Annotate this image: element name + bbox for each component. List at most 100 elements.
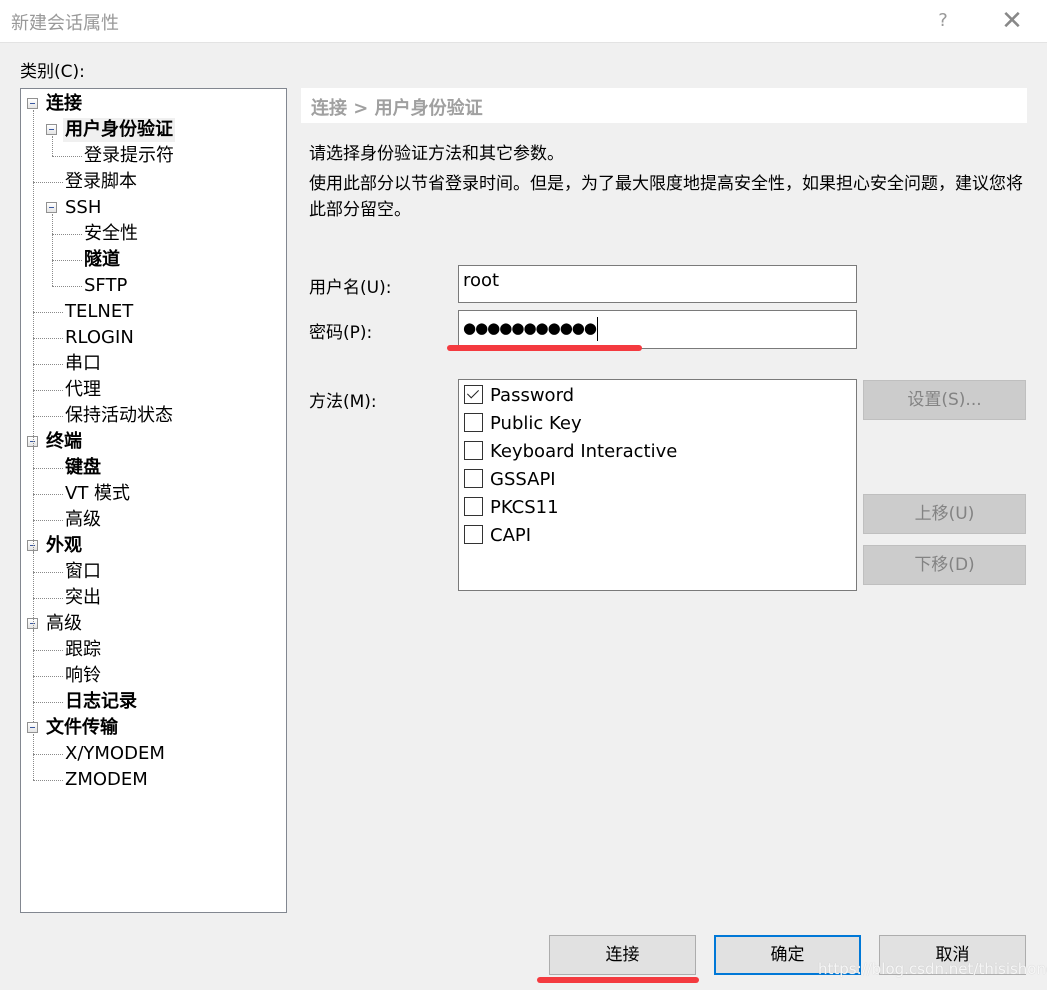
checkbox[interactable] — [464, 440, 483, 460]
tree-item[interactable]: 高级 — [46, 612, 82, 636]
tree-connector — [33, 468, 63, 469]
method-label: PKCS11 — [490, 497, 559, 518]
username-input[interactable]: root — [458, 265, 857, 303]
title-bar: 新建会话属性 ? ✕ — [0, 0, 1047, 43]
tree-connector — [33, 182, 63, 183]
tree-item[interactable]: 登录脚本 — [65, 170, 137, 194]
close-icon: ✕ — [1001, 6, 1023, 36]
tree-connector — [33, 702, 63, 703]
tree-item[interactable]: 外观 — [46, 534, 82, 558]
category-tree[interactable]: 连接 用户身份验证 登录提示符 登录脚本 SSH 安全性 隧道 SFTP TELNET RLOGI… — [20, 88, 287, 913]
username-value: root — [463, 270, 500, 291]
tree-connector — [52, 214, 53, 286]
collapse-icon[interactable] — [46, 202, 57, 213]
tree-item[interactable]: 键盘 — [65, 456, 101, 480]
text-caret — [596, 316, 598, 341]
tree-connector — [33, 780, 63, 781]
tree-item[interactable]: TELNET — [65, 300, 133, 324]
breadcrumb: 连接 > 用户身份验证 — [301, 88, 1027, 123]
tree-connector — [33, 364, 63, 365]
tree-item[interactable]: RLOGIN — [65, 326, 134, 350]
tree-connector — [33, 734, 34, 780]
method-item[interactable]: GSSAPI — [464, 468, 556, 491]
tree-item[interactable]: SFTP — [84, 274, 127, 298]
tree-connector — [52, 156, 82, 157]
method-label: Public Key — [490, 413, 582, 434]
tree-item[interactable]: VT 模式 — [65, 482, 130, 506]
method-item[interactable]: PKCS11 — [464, 496, 559, 519]
tree-item[interactable]: X/YMODEM — [65, 742, 165, 766]
tree-item[interactable]: 跟踪 — [65, 638, 101, 662]
tree-connector — [33, 676, 63, 677]
tree-connector — [33, 338, 63, 339]
password-value: ●●●●●●●●●●● — [463, 319, 597, 337]
tree-connector — [33, 650, 63, 651]
checkbox[interactable] — [464, 468, 483, 488]
tree-item[interactable]: 日志记录 — [65, 690, 137, 714]
method-item[interactable]: Public Key — [464, 412, 582, 435]
collapse-icon[interactable] — [46, 124, 57, 135]
description-secondary: 使用此部分以节省登录时间。但是，为了最大限度地提高安全性，如果担心安全问题，建议… — [309, 174, 1023, 220]
tree-item[interactable]: ZMODEM — [65, 768, 148, 792]
watermark: https://blog.csdn.net/thisishong — [818, 960, 1047, 978]
method-item[interactable]: Password — [464, 384, 575, 407]
tree-item[interactable]: 隧道 — [84, 248, 120, 272]
tree-item[interactable]: 响铃 — [65, 664, 101, 688]
password-label: 密码(P): — [309, 323, 373, 343]
tree-item[interactable]: 连接 — [46, 92, 82, 116]
tree-connector — [33, 598, 63, 599]
tree-item[interactable]: 突出 — [65, 586, 101, 610]
method-label: CAPI — [490, 525, 532, 546]
tree-item[interactable]: 窗口 — [65, 560, 101, 584]
method-label: GSSAPI — [490, 469, 556, 490]
tree-connector — [52, 136, 53, 156]
method-item[interactable]: CAPI — [464, 524, 532, 547]
tree-connector — [33, 390, 63, 391]
breadcrumb-text: 连接 > 用户身份验证 — [311, 98, 483, 119]
settings-button[interactable]: 设置(S)... — [863, 380, 1026, 420]
method-item[interactable]: Keyboard Interactive — [464, 440, 678, 463]
move-down-button[interactable]: 下移(D) — [863, 545, 1026, 585]
tree-item[interactable]: 保持活动状态 — [65, 404, 173, 428]
tree-connector — [33, 754, 63, 755]
tree-item[interactable]: 文件传输 — [46, 716, 118, 740]
tree-connector — [33, 494, 63, 495]
checkbox[interactable] — [464, 524, 483, 544]
tree-item[interactable]: 安全性 — [84, 222, 138, 246]
checkbox[interactable] — [464, 412, 483, 432]
annotation-underline-connect — [537, 977, 699, 983]
tree-connector — [52, 286, 82, 287]
close-button[interactable]: ✕ — [996, 6, 1028, 36]
category-label: 类别(C): — [20, 62, 85, 82]
tree-connector — [33, 416, 63, 417]
tree-connector — [33, 110, 34, 722]
collapse-icon[interactable] — [27, 98, 38, 109]
tree-connector — [33, 520, 63, 521]
password-input[interactable]: ●●●●●●●●●●● — [458, 310, 857, 349]
method-label: 方法(M): — [309, 392, 377, 412]
tree-item[interactable]: 高级 — [65, 508, 101, 532]
annotation-underline-password — [447, 345, 642, 351]
tree-connector — [33, 572, 63, 573]
method-list[interactable]: Password Public Key Keyboard Interactive GS… — [458, 379, 857, 591]
help-button[interactable]: ? — [928, 6, 958, 36]
description-primary: 请选择身份验证方法和其它参数。 — [309, 144, 564, 164]
method-label: Keyboard Interactive — [490, 441, 678, 462]
checkbox-checked[interactable] — [464, 384, 483, 404]
move-up-button[interactable]: 上移(U) — [863, 494, 1026, 534]
tree-item[interactable]: SSH — [65, 196, 101, 220]
tree-item[interactable]: 代理 — [65, 378, 101, 402]
tree-item[interactable]: 终端 — [46, 430, 82, 454]
tree-connector — [52, 234, 82, 235]
tree-item[interactable]: 串口 — [65, 352, 101, 376]
tree-item[interactable]: 用户身份验证 — [63, 118, 175, 142]
window-title: 新建会话属性 — [11, 13, 119, 34]
method-label: Password — [490, 385, 575, 406]
collapse-icon[interactable] — [27, 722, 38, 733]
tree-connector — [33, 312, 63, 313]
tree-connector — [52, 260, 82, 261]
username-label: 用户名(U): — [309, 278, 392, 298]
connect-button[interactable]: 连接 — [549, 935, 696, 975]
checkbox[interactable] — [464, 496, 483, 516]
tree-item[interactable]: 登录提示符 — [84, 144, 174, 168]
